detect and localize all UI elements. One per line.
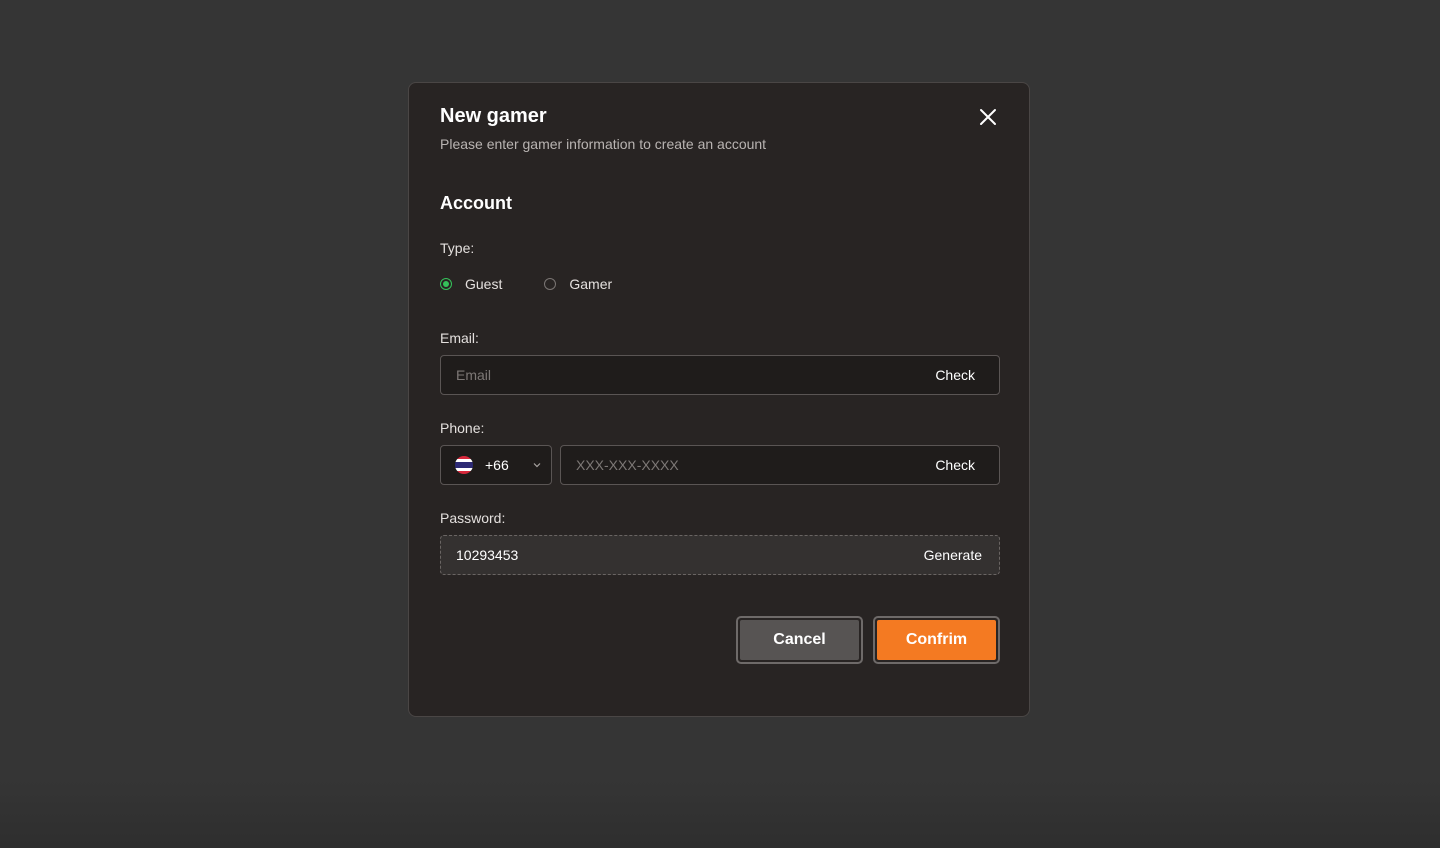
new-gamer-dialog: New gamer Please enter gamer information… xyxy=(408,82,1030,717)
dialog-subtitle: Please enter gamer information to create… xyxy=(440,136,767,152)
confirm-button-label: Confrim xyxy=(877,620,996,660)
account-type-radio-group: Guest Gamer xyxy=(440,276,654,292)
email-input[interactable] xyxy=(441,355,926,395)
radio-option-gamer[interactable]: Gamer xyxy=(544,276,612,292)
thailand-flag-icon xyxy=(455,456,473,474)
password-value: 10293453 xyxy=(456,547,519,563)
phone-label: Phone: xyxy=(440,420,485,436)
email-check-button[interactable]: Check xyxy=(925,367,999,383)
password-label: Password: xyxy=(440,510,506,526)
radio-option-guest[interactable]: Guest xyxy=(440,276,502,292)
country-code-select[interactable]: +66 xyxy=(440,445,552,485)
radio-label-gamer: Gamer xyxy=(569,276,613,292)
phone-check-button[interactable]: Check xyxy=(925,457,999,473)
password-field: 10293453 Generate xyxy=(440,535,1000,575)
country-code-value: +66 xyxy=(485,457,509,473)
dialog-title: New gamer xyxy=(440,105,547,127)
close-button[interactable] xyxy=(975,104,1001,130)
type-label: Type: xyxy=(440,240,475,256)
email-label: Email: xyxy=(440,330,479,346)
cancel-button-label: Cancel xyxy=(740,620,859,660)
confirm-button[interactable]: Confrim xyxy=(873,616,1000,664)
phone-input[interactable] xyxy=(561,445,926,485)
close-icon xyxy=(980,109,996,125)
radio-unchecked-icon[interactable] xyxy=(544,278,557,290)
cancel-button[interactable]: Cancel xyxy=(736,616,863,664)
radio-checked-icon[interactable] xyxy=(440,278,452,290)
phone-field-container: Check xyxy=(560,445,1000,485)
section-title-account: Account xyxy=(440,193,512,213)
chevron-down-icon xyxy=(533,461,541,469)
radio-label-guest: Guest xyxy=(465,276,503,292)
generate-password-button[interactable]: Generate xyxy=(914,547,999,563)
email-field-container: Check xyxy=(440,355,1000,395)
